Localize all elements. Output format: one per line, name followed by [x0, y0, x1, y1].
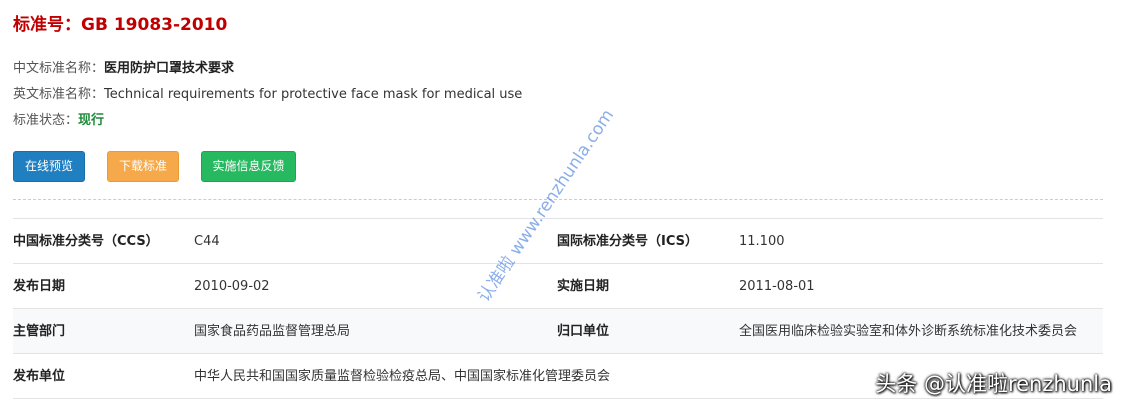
ics-label: 国际标准分类号（ICS） [557, 234, 698, 249]
status-line: 标准状态：现行 [13, 109, 104, 128]
feedback-button[interactable]: 实施信息反馈 [201, 151, 296, 182]
table-row: 主管部门 国家食品药品监督管理总局 归口单位 全国医用临床检验实验室和体外诊断系… [13, 308, 1103, 354]
chinese-name-label: 中文标准名称： [13, 61, 105, 76]
implement-date-label: 实施日期 [557, 279, 610, 294]
authority-label: 主管部门 [13, 324, 66, 339]
ccs-label: 中国标准分类号（CCS） [13, 234, 159, 249]
authority-value: 国家食品药品监督管理总局 [194, 324, 351, 339]
table-row: 发布日期 2010-09-02 实施日期 2011-08-01 [13, 263, 1103, 309]
english-name-line: 英文标准名称：Technical requirements for protec… [13, 83, 522, 102]
implement-date-value: 2011-08-01 [739, 279, 815, 294]
publisher-label: 发布单位 [13, 369, 66, 384]
table-row: 中国标准分类号（CCS） C44 国际标准分类号（ICS） 11.100 [13, 218, 1103, 264]
publish-date-label: 发布日期 [13, 279, 66, 294]
responsible-unit-label: 归口单位 [557, 324, 610, 339]
responsible-unit-value: 全国医用临床检验实验室和体外诊断系统标准化技术委员会 [739, 324, 1078, 339]
chinese-name-line: 中文标准名称：医用防护口罩技术要求 [13, 57, 234, 76]
status-value: 现行 [78, 113, 105, 128]
standard-number-title: 标准号：GB 19083-2010 [13, 15, 228, 35]
source-credit: 头条 @认准啦renzhunla [875, 372, 1112, 396]
english-name-label: 英文标准名称： [13, 87, 105, 102]
status-label: 标准状态： [13, 113, 79, 128]
english-name-value: Technical requirements for protective fa… [104, 87, 523, 102]
chinese-name-value: 医用防护口罩技术要求 [104, 61, 235, 76]
ics-value: 11.100 [739, 234, 785, 249]
download-standard-button[interactable]: 下载标准 [107, 151, 179, 182]
online-preview-button[interactable]: 在线预览 [13, 151, 85, 182]
